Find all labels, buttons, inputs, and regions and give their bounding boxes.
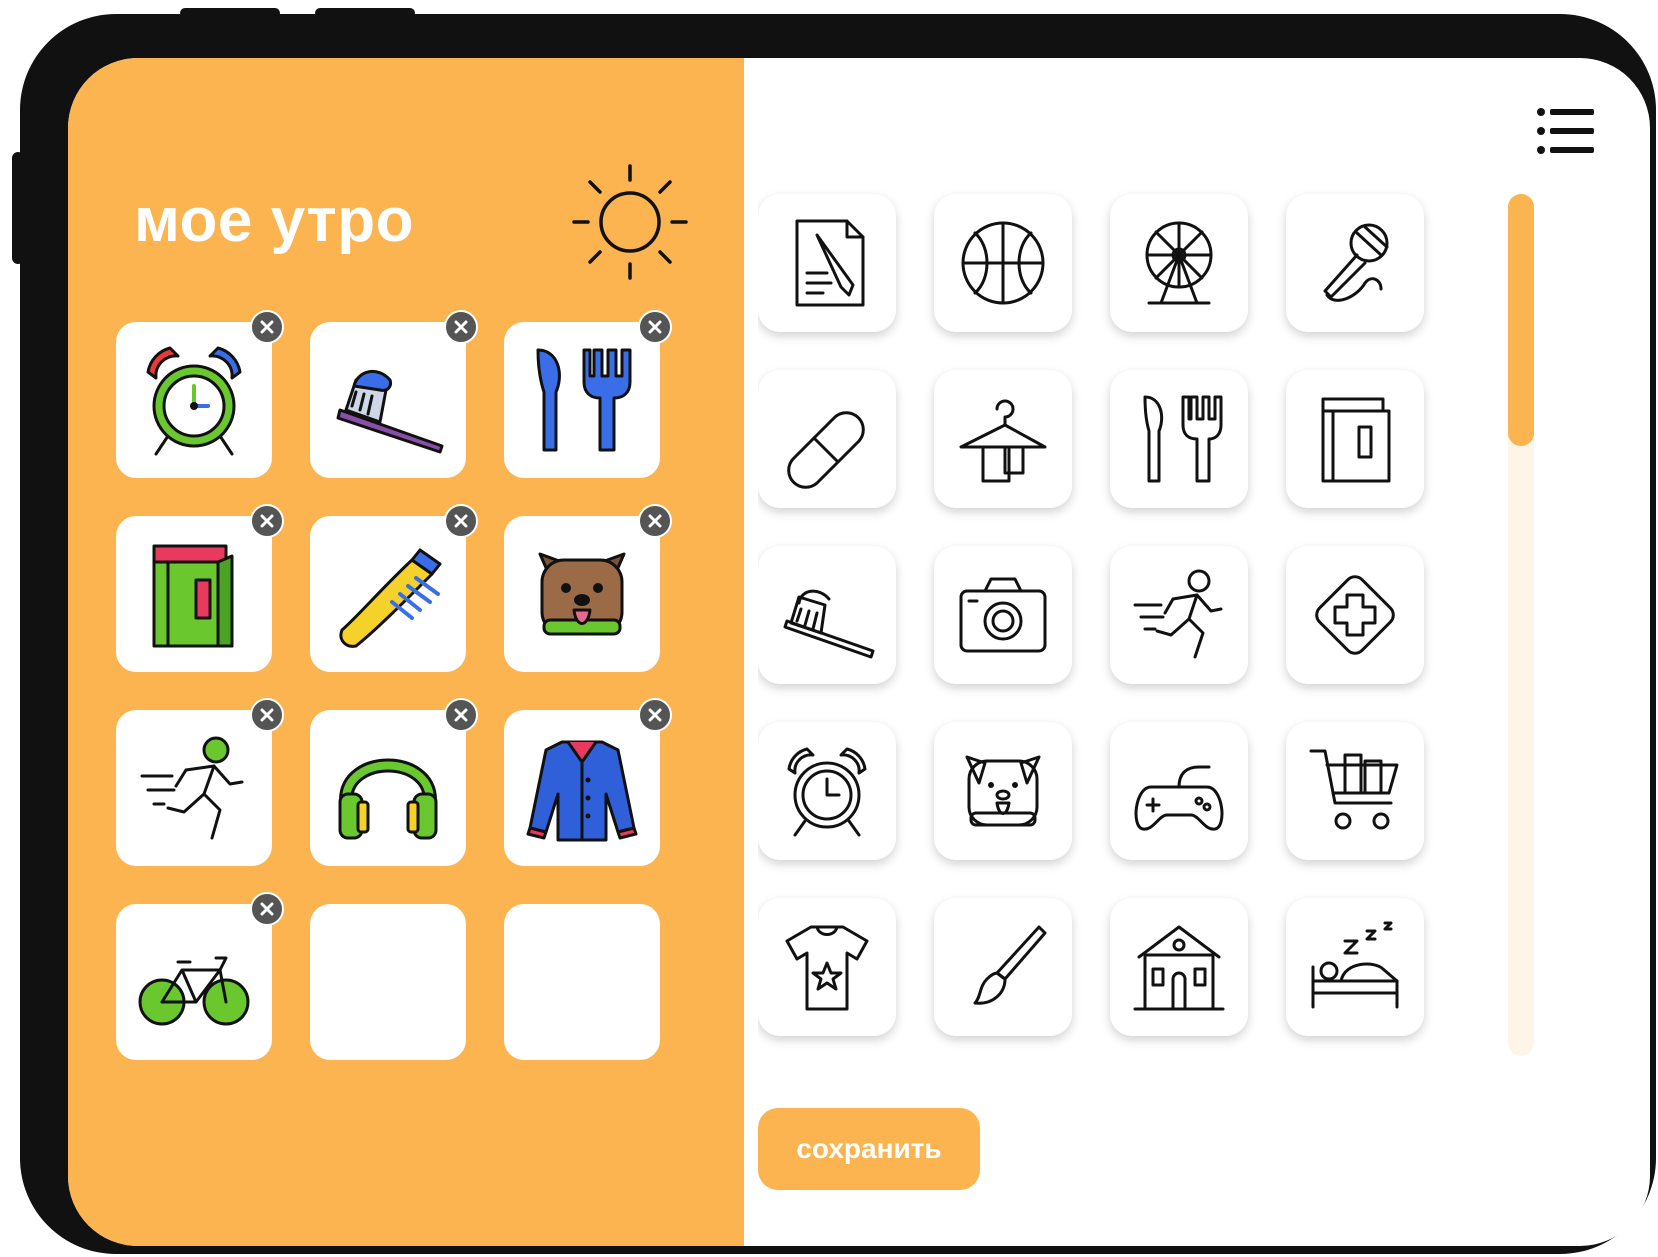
library-scroll-thumb[interactable]	[1508, 194, 1534, 446]
routine-tile[interactable]	[310, 698, 478, 866]
library-item[interactable]	[934, 722, 1072, 860]
routine-tile[interactable]	[504, 310, 672, 478]
library-item[interactable]	[1286, 370, 1424, 508]
close-icon	[454, 320, 468, 334]
remove-tile-button[interactable]	[638, 504, 672, 538]
tshirt-icon	[785, 925, 869, 1011]
close-icon	[260, 708, 274, 722]
routine-tile[interactable]	[504, 504, 672, 672]
dog-icon	[965, 755, 1041, 827]
routine-tile[interactable]	[116, 698, 284, 866]
comb-icon	[339, 548, 442, 648]
dog-icon	[538, 552, 626, 636]
jacket-icon	[526, 740, 638, 842]
empty-routine-slot[interactable]	[504, 904, 660, 1060]
running-icon	[1133, 569, 1223, 659]
remove-tile-button[interactable]	[444, 504, 478, 538]
library-item[interactable]	[758, 370, 896, 508]
library-item[interactable]	[758, 898, 896, 1036]
library-item[interactable]	[758, 546, 896, 684]
remove-tile-button[interactable]	[250, 698, 284, 732]
save-button[interactable]: сохранить	[758, 1108, 980, 1190]
close-icon	[648, 708, 662, 722]
gamepad-icon	[1134, 765, 1224, 831]
library-item[interactable]	[934, 898, 1072, 1036]
book-icon	[152, 544, 234, 648]
remove-tile-button[interactable]	[250, 504, 284, 538]
camera-icon	[959, 577, 1047, 653]
toothbrush-icon	[336, 370, 444, 454]
alarm-clock-icon	[787, 747, 867, 837]
close-icon	[260, 902, 274, 916]
sleep-bed-icon	[1311, 921, 1399, 1009]
library-item[interactable]	[1110, 898, 1248, 1036]
routine-tile[interactable]	[504, 698, 672, 866]
toothbrush-icon	[783, 589, 875, 659]
remove-tile-button[interactable]	[638, 698, 672, 732]
paintbrush-icon	[973, 925, 1047, 1005]
ferris-wheel-icon	[1145, 221, 1213, 305]
library-item[interactable]	[758, 194, 896, 332]
library-item[interactable]	[1286, 722, 1424, 860]
routine-title: мое утро	[134, 186, 414, 255]
pill-icon	[787, 411, 865, 489]
shopping-cart-icon	[1309, 749, 1399, 830]
app-screen: мое утро сохранить	[68, 58, 1650, 1246]
routine-tile[interactable]	[116, 504, 284, 672]
routine-tile[interactable]	[310, 310, 478, 478]
routine-tile[interactable]	[116, 892, 284, 1060]
first-aid-icon	[1315, 575, 1395, 655]
remove-tile-button[interactable]	[444, 310, 478, 344]
remove-tile-button[interactable]	[250, 310, 284, 344]
close-icon	[260, 514, 274, 528]
document-pen-icon	[795, 219, 865, 307]
library-item[interactable]	[1110, 722, 1248, 860]
clothes-hanger-icon	[959, 399, 1047, 483]
bicycle-icon	[138, 956, 250, 1026]
routine-tile[interactable]	[116, 310, 284, 478]
library-item[interactable]	[1286, 546, 1424, 684]
alarm-clock-icon	[146, 346, 242, 456]
close-icon	[454, 514, 468, 528]
library-scrollbar[interactable]	[1508, 194, 1534, 1056]
close-icon	[648, 320, 662, 334]
fork-knife-icon	[536, 348, 632, 452]
close-icon	[454, 708, 468, 722]
list-menu-icon[interactable]	[1536, 106, 1596, 156]
routine-tile[interactable]	[310, 504, 478, 672]
book-icon	[1321, 397, 1391, 483]
sun-icon	[572, 164, 688, 280]
remove-tile-button[interactable]	[638, 310, 672, 344]
microphone-icon	[1323, 223, 1389, 302]
routine-panel: мое утро	[68, 58, 744, 1246]
library-item[interactable]	[934, 194, 1072, 332]
headphones-icon	[338, 758, 438, 840]
library-item[interactable]	[1286, 898, 1424, 1036]
remove-tile-button[interactable]	[250, 892, 284, 926]
close-icon	[648, 514, 662, 528]
icon-library-grid	[758, 186, 1444, 1054]
running-icon	[140, 736, 244, 840]
fork-knife-icon	[1143, 395, 1223, 483]
library-item[interactable]	[1110, 546, 1248, 684]
library-item[interactable]	[1110, 194, 1248, 332]
library-item[interactable]	[1110, 370, 1248, 508]
basketball-icon	[961, 221, 1045, 305]
school-building-icon	[1133, 925, 1225, 1011]
library-item[interactable]	[934, 370, 1072, 508]
library-item[interactable]	[934, 546, 1072, 684]
close-icon	[260, 320, 274, 334]
tablet-frame: мое утро сохранить	[20, 14, 1656, 1254]
empty-routine-slot[interactable]	[310, 904, 466, 1060]
library-item[interactable]	[758, 722, 896, 860]
remove-tile-button[interactable]	[444, 698, 478, 732]
library-item[interactable]	[1286, 194, 1424, 332]
